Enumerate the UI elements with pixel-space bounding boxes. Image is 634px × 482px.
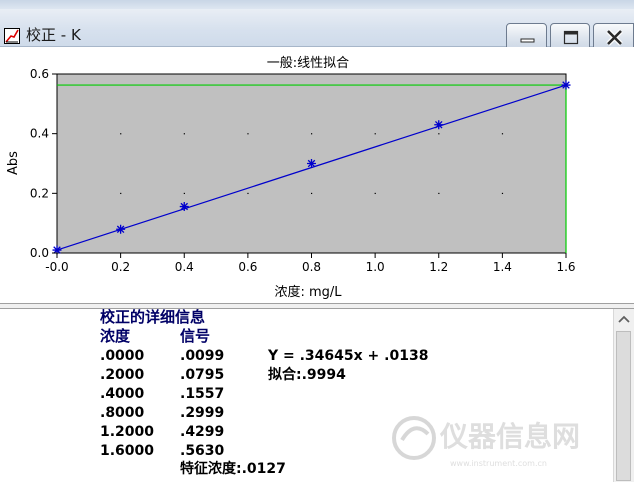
chart-title: 一般:线性拟合	[267, 55, 349, 71]
signal-value: .2999	[180, 405, 225, 421]
data-point	[116, 224, 126, 234]
x-tick-label: 1.4	[493, 260, 512, 274]
characteristic-concentration: 特征浓度:.0127	[180, 461, 286, 477]
x-axis-ticks: -0.0 0.2 0.4 0.6 0.8 1.0 1.2 1.4 1.6	[45, 253, 576, 274]
signal-value: .4299	[180, 424, 225, 440]
details-panel: 校正的详细信息 浓度 信号 .0000 .0099 .2000 .0795 .4…	[0, 308, 634, 482]
details-heading: 校正的详细信息	[100, 308, 206, 326]
data-point	[561, 80, 571, 90]
watermark-subtext: www.instrument.com.cn	[450, 459, 547, 468]
y-tick-label: 0.6	[30, 67, 49, 81]
y-tick-label: 0.4	[30, 127, 49, 141]
conc-value: .2000	[100, 367, 145, 383]
grid-dot	[501, 192, 504, 195]
fit-coefficient: 拟合:.9994	[268, 367, 346, 383]
title-bar[interactable]: 校正 - K	[0, 9, 634, 51]
conc-value: .0000	[100, 348, 145, 364]
window-top-strip	[0, 0, 634, 9]
signal-value: .0795	[180, 367, 225, 383]
grid-dot	[374, 192, 376, 195]
scroll-up-icon[interactable]	[614, 309, 634, 329]
signal-value: .0099	[180, 348, 225, 364]
grid-dot	[183, 192, 185, 195]
x-tick-label: 0.2	[111, 260, 130, 274]
column-header-conc: 浓度	[100, 327, 131, 345]
regression-equation: Y = .34645x + .0138	[268, 348, 429, 364]
data-point	[434, 120, 444, 130]
grid-dot	[247, 192, 249, 195]
x-tick-label: 0.6	[238, 260, 257, 274]
conc-value: .8000	[100, 405, 145, 421]
conc-value: 1.6000	[100, 443, 155, 459]
calibration-chart-icon	[4, 28, 20, 44]
y-tick-label: 0.2	[30, 186, 49, 200]
vertical-scrollbar[interactable]	[613, 309, 634, 482]
grid-dot	[183, 133, 185, 135]
x-tick-label: -0.0	[45, 260, 68, 274]
data-point	[179, 202, 189, 212]
x-tick-label: 1.2	[429, 260, 448, 274]
y-axis-ticks: 0.0 0.2 0.4 0.6	[30, 67, 57, 260]
x-tick-label: 1.6	[556, 260, 575, 274]
data-point	[307, 159, 316, 169]
watermark-text: 仪器信息网	[439, 420, 580, 453]
x-tick-label: 0.4	[175, 260, 194, 274]
window-title: 校正 - K	[26, 26, 81, 44]
x-tick-label: 1.0	[366, 260, 385, 274]
grid-dot	[120, 192, 122, 195]
column-header-signal: 信号	[180, 327, 211, 345]
conc-value: .4000	[100, 386, 145, 402]
chart-panel: 一般:线性拟合 -0.0 0.2 0.4 0.6 0.8 1.0 1.2 1.4 1.6 0.0…	[0, 47, 634, 303]
grid-dot	[120, 133, 122, 135]
x-axis-label: 浓度: mg/L	[274, 284, 342, 300]
watermark-logo: 仪器信息网 www.instrument.com.cn	[392, 416, 580, 468]
grid-dot	[438, 133, 440, 135]
y-tick-label: 0.0	[30, 246, 49, 260]
signal-value: .1557	[180, 386, 225, 402]
signal-value: .5630	[180, 443, 225, 459]
x-tick-label: 0.8	[302, 260, 321, 274]
conc-value: 1.2000	[100, 424, 155, 440]
grid-dot	[311, 133, 313, 135]
y-axis-label: Abs	[6, 151, 21, 175]
calibration-chart: 一般:线性拟合 -0.0 0.2 0.4 0.6 0.8 1.0 1.2 1.4 1.6 0.0…	[6, 55, 576, 300]
grid-dot	[374, 133, 376, 135]
grid-dot	[247, 133, 249, 135]
grid-dot	[311, 192, 313, 195]
grid-dot	[501, 133, 504, 135]
scrollbar-thumb[interactable]	[616, 331, 631, 481]
grid-dot	[438, 192, 440, 195]
